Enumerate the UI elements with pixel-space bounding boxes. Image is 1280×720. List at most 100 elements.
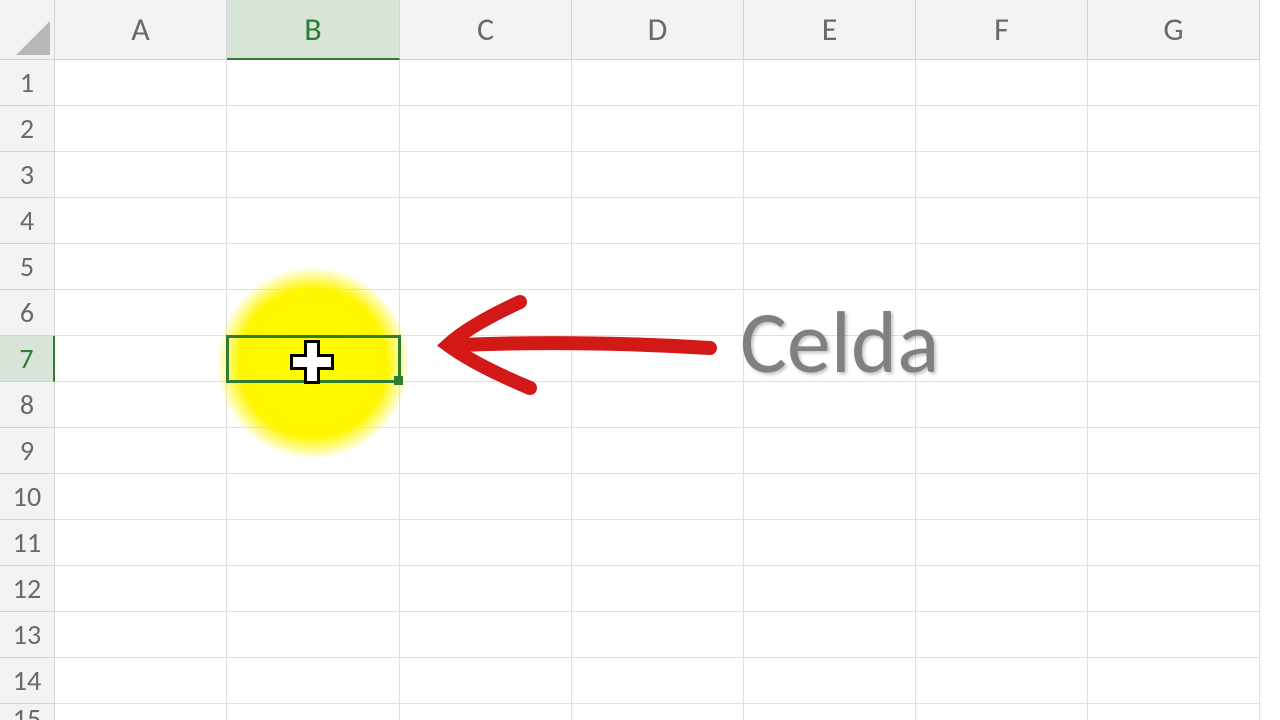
cell[interactable] — [572, 106, 744, 152]
cell[interactable] — [1088, 658, 1260, 704]
cell[interactable] — [916, 336, 1088, 382]
cell[interactable] — [400, 658, 572, 704]
cell[interactable] — [744, 474, 916, 520]
cell[interactable] — [572, 520, 744, 566]
cell[interactable] — [744, 520, 916, 566]
row-header-8[interactable]: 8 — [0, 382, 55, 428]
cell[interactable] — [55, 428, 227, 474]
row-header-14[interactable]: 14 — [0, 658, 55, 704]
cell[interactable] — [916, 520, 1088, 566]
cell[interactable] — [400, 198, 572, 244]
cell[interactable] — [572, 658, 744, 704]
cell[interactable] — [1088, 106, 1260, 152]
cell[interactable] — [227, 566, 400, 612]
cell[interactable] — [744, 60, 916, 106]
cell[interactable] — [400, 612, 572, 658]
cell[interactable] — [572, 612, 744, 658]
cell[interactable] — [744, 152, 916, 198]
cell[interactable] — [227, 428, 400, 474]
cell[interactable] — [227, 612, 400, 658]
row-header-7[interactable]: 7 — [0, 336, 55, 382]
cell[interactable] — [1088, 566, 1260, 612]
cell[interactable] — [1088, 336, 1260, 382]
cell[interactable] — [400, 244, 572, 290]
cell[interactable] — [1088, 520, 1260, 566]
cell[interactable] — [55, 704, 227, 720]
column-header-c[interactable]: C — [400, 0, 572, 60]
row-header-5[interactable]: 5 — [0, 244, 55, 290]
cell[interactable] — [227, 520, 400, 566]
cell[interactable] — [572, 152, 744, 198]
row-header-11[interactable]: 11 — [0, 520, 55, 566]
cell[interactable] — [227, 704, 400, 720]
column-header-a[interactable]: A — [55, 0, 227, 60]
cell[interactable] — [1088, 198, 1260, 244]
cell[interactable] — [55, 566, 227, 612]
cell[interactable] — [1088, 428, 1260, 474]
cell[interactable] — [55, 60, 227, 106]
cell[interactable] — [55, 474, 227, 520]
cell[interactable] — [572, 290, 744, 336]
cell[interactable] — [916, 106, 1088, 152]
cell[interactable] — [1088, 704, 1260, 720]
cell[interactable] — [572, 244, 744, 290]
cell[interactable] — [227, 106, 400, 152]
cell[interactable] — [55, 106, 227, 152]
cell[interactable] — [1088, 152, 1260, 198]
cell[interactable] — [55, 198, 227, 244]
cell[interactable] — [916, 428, 1088, 474]
cell[interactable] — [1088, 612, 1260, 658]
row-header-6[interactable]: 6 — [0, 290, 55, 336]
column-header-f[interactable]: F — [916, 0, 1088, 60]
row-header-15[interactable]: 15 — [0, 704, 55, 720]
cell[interactable] — [227, 60, 400, 106]
cell[interactable] — [400, 152, 572, 198]
cell[interactable] — [572, 566, 744, 612]
cell[interactable] — [1088, 382, 1260, 428]
cell-b7[interactable] — [227, 336, 400, 382]
column-header-b[interactable]: B — [227, 0, 400, 60]
row-header-12[interactable]: 12 — [0, 566, 55, 612]
cell[interactable] — [916, 566, 1088, 612]
cell[interactable] — [55, 336, 227, 382]
cell[interactable] — [400, 106, 572, 152]
cell[interactable] — [55, 290, 227, 336]
cell[interactable] — [1088, 60, 1260, 106]
cell[interactable] — [227, 244, 400, 290]
cell[interactable] — [227, 290, 400, 336]
cell[interactable] — [744, 566, 916, 612]
cell[interactable] — [744, 336, 916, 382]
cell[interactable] — [227, 382, 400, 428]
cell[interactable] — [227, 658, 400, 704]
cell[interactable] — [55, 382, 227, 428]
cell[interactable] — [1088, 244, 1260, 290]
cell[interactable] — [55, 244, 227, 290]
cell[interactable] — [916, 290, 1088, 336]
cell[interactable] — [744, 382, 916, 428]
cell[interactable] — [55, 658, 227, 704]
cell[interactable] — [916, 198, 1088, 244]
cell[interactable] — [55, 152, 227, 198]
cell[interactable] — [572, 428, 744, 474]
cell[interactable] — [916, 474, 1088, 520]
select-all-corner[interactable] — [0, 0, 55, 60]
cell[interactable] — [400, 382, 572, 428]
cell[interactable] — [744, 244, 916, 290]
cell[interactable] — [916, 704, 1088, 720]
cell[interactable] — [400, 566, 572, 612]
cell[interactable] — [572, 704, 744, 720]
cell[interactable] — [572, 382, 744, 428]
cell[interactable] — [916, 244, 1088, 290]
cell[interactable] — [572, 336, 744, 382]
cell[interactable] — [916, 612, 1088, 658]
cell[interactable] — [916, 382, 1088, 428]
row-header-9[interactable]: 9 — [0, 428, 55, 474]
cell[interactable] — [744, 704, 916, 720]
cell[interactable] — [916, 60, 1088, 106]
cell[interactable] — [916, 152, 1088, 198]
column-header-g[interactable]: G — [1088, 0, 1260, 60]
cell[interactable] — [744, 198, 916, 244]
cell[interactable] — [916, 658, 1088, 704]
cell[interactable] — [55, 612, 227, 658]
cell[interactable] — [400, 60, 572, 106]
